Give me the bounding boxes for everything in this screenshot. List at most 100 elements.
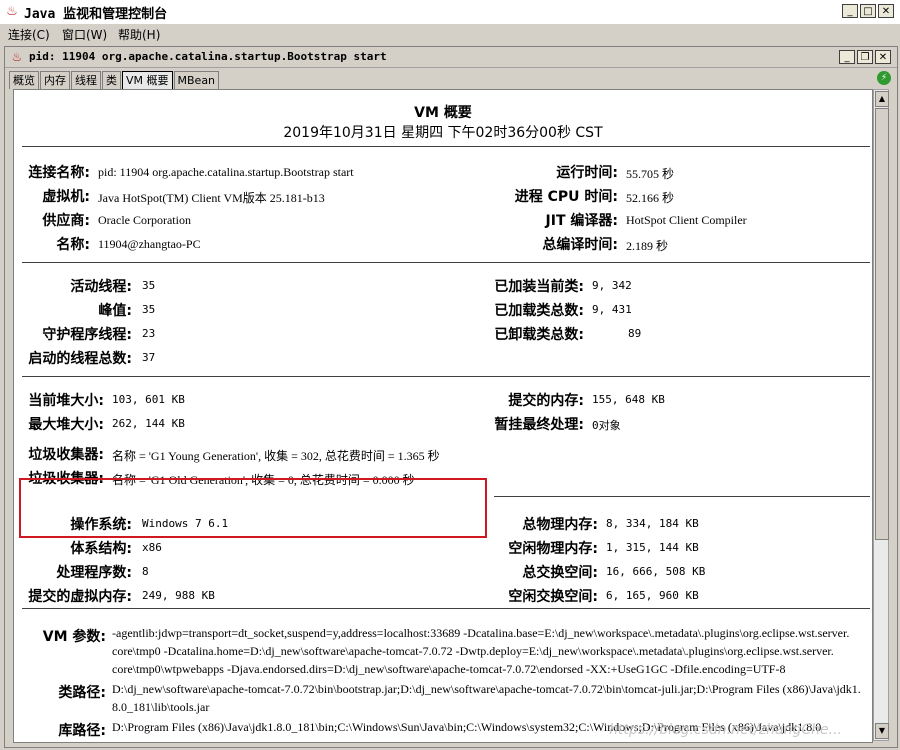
- java-cup-icon: ♨: [6, 4, 18, 19]
- memory-left-label: 当前堆大小:: [28, 393, 104, 409]
- threads-classes-left-value: 35: [142, 279, 156, 292]
- connection-info-right-label: 总编译时间:: [542, 237, 618, 253]
- os-info-right-label: 总交换空间:: [522, 565, 598, 581]
- divider: [22, 376, 870, 377]
- connection-info-left-value: Java HotSpot(TM) Client VM版本 25.181-b13: [98, 191, 325, 205]
- timestamp: 2019年10月31日 星期四 下午02时36分00秒 CST: [283, 125, 603, 141]
- connection-info-right-label: 进程 CPU 时间:: [514, 189, 618, 205]
- threads-classes-left-label: 活动线程:: [70, 279, 132, 295]
- connection-info-left-label: 连接名称:: [28, 165, 90, 181]
- classpath-value: D:\dj_new\software\apache-tomcat-7.0.72\…: [112, 680, 861, 716]
- threads-classes-left-value: 37: [142, 351, 156, 364]
- divider: [494, 496, 870, 497]
- connection-info-right-value: HotSpot Client Compiler: [626, 213, 747, 227]
- internal-frame-titlebar: ♨ pid: 11904 org.apache.catalina.startup…: [5, 47, 897, 68]
- os-info-left-label: 体系结构:: [70, 541, 132, 557]
- memory-right-label: 提交的内存:: [508, 393, 584, 409]
- vm-args-label: VM 参数:: [42, 629, 106, 645]
- window-title: Java 监视和管理控制台: [24, 7, 168, 22]
- tab-memory[interactable]: 内存: [40, 71, 70, 89]
- internal-frame-title: pid: 11904 org.apache.catalina.startup.B…: [29, 50, 387, 63]
- tab-overview[interactable]: 概览: [9, 71, 39, 89]
- restore-button[interactable]: ❐: [857, 50, 873, 64]
- menu-connection[interactable]: 连接(C): [8, 26, 50, 43]
- threads-classes-right-label: 已加载类总数:: [494, 303, 584, 319]
- tab-strip: 概览 内存 线程 类 VM 概要 MBean: [9, 71, 220, 90]
- tab-vm-summary[interactable]: VM 概要: [122, 71, 173, 90]
- minimize-button[interactable]: _: [842, 4, 858, 18]
- divider: [22, 262, 870, 263]
- os-info-left-label: 提交的虚拟内存:: [28, 589, 132, 605]
- close-button[interactable]: ✕: [875, 50, 891, 64]
- os-info-left-value: 249, 988 KB: [142, 589, 215, 602]
- vertical-scrollbar[interactable]: ▲ ▼: [873, 89, 889, 741]
- connection-info-right-value: 55.705 秒: [626, 167, 675, 181]
- scroll-up-icon[interactable]: ▲: [875, 91, 889, 107]
- classpath-line: 8.0_181\lib\tools.jar: [112, 700, 210, 714]
- threads-classes-left-value: 35: [142, 303, 156, 316]
- threads-classes-right-value: 9, 342: [592, 279, 632, 292]
- os-info-right-value: 8, 334, 184 KB: [606, 517, 699, 530]
- minimize-button[interactable]: _: [839, 50, 855, 64]
- connection-info-left-value: pid: 11904 org.apache.catalina.startup.B…: [98, 165, 354, 179]
- threads-classes-left-label: 峰值:: [98, 303, 132, 319]
- internal-frame: ♨ pid: 11904 org.apache.catalina.startup…: [4, 46, 898, 748]
- os-info-left-value: x86: [142, 541, 162, 554]
- memory-right-value: 0对象: [592, 419, 621, 432]
- threads-classes-right-value: 9, 431: [592, 303, 632, 316]
- vm-args-line: core\tmp0 -Dcatalina.home=D:\dj_new\soft…: [112, 644, 834, 658]
- connection-info-right-label: 运行时间:: [556, 165, 618, 181]
- memory-right-label: 暂挂最终处理:: [494, 417, 584, 433]
- connection-info-right-label: JIT 编译器:: [545, 213, 618, 229]
- menu-help[interactable]: 帮助(H): [118, 26, 160, 43]
- memory-left-value: 262, 144 KB: [112, 417, 185, 430]
- connection-info-left-value: Oracle Corporation: [98, 213, 191, 227]
- threads-classes-right-value: 89: [628, 327, 642, 340]
- vm-args-value: -agentlib:jdwp=transport=dt_socket,suspe…: [112, 624, 849, 678]
- memory-left-label: 最大堆大小:: [28, 417, 104, 433]
- threads-classes-left-label: 守护程序线程:: [42, 327, 132, 343]
- threads-classes-left-label: 启动的线程总数:: [28, 351, 132, 367]
- connection-info-left-label: 名称:: [56, 237, 90, 253]
- classpath-line: D:\dj_new\software\apache-tomcat-7.0.72\…: [112, 682, 861, 696]
- menubar: 连接(C) 窗口(W) 帮助(H): [0, 24, 900, 44]
- os-info-right-value: 6, 165, 960 KB: [606, 589, 699, 602]
- libpath-label: 库路径:: [58, 723, 106, 739]
- window-titlebar: ♨ Java 监视和管理控制台 _ □ ✕: [0, 0, 900, 25]
- divider: [22, 608, 870, 609]
- menu-window[interactable]: 窗口(W): [62, 26, 107, 43]
- memory-gc-label: 垃圾收集器:: [28, 447, 104, 463]
- connection-info-left-value: 11904@zhangtao-PC: [98, 237, 201, 251]
- os-info-left-value: Windows 7 6.1: [142, 517, 229, 530]
- vm-summary-panel: VM 概要 2019年10月31日 星期四 下午02时36分00秒 CST 连接…: [13, 89, 873, 743]
- os-info-left-label: 操作系统:: [70, 517, 132, 533]
- threads-classes-right-label: 已加装当前类:: [494, 279, 584, 295]
- divider: [22, 146, 870, 147]
- tab-mbean[interactable]: MBean: [173, 71, 220, 89]
- tab-classes[interactable]: 类: [102, 71, 121, 89]
- memory-left-value: 103, 601 KB: [112, 393, 185, 406]
- os-info-right-label: 总物理内存:: [522, 517, 598, 533]
- java-cup-icon: ♨: [11, 50, 23, 64]
- threads-classes-left-value: 23: [142, 327, 156, 340]
- maximize-button[interactable]: □: [860, 4, 876, 18]
- os-info-left-label: 处理程序数:: [56, 565, 132, 581]
- close-button[interactable]: ✕: [878, 4, 894, 18]
- os-info-right-label: 空闲交换空间:: [508, 589, 598, 605]
- tab-threads[interactable]: 线程: [71, 71, 101, 89]
- os-info-right-value: 16, 666, 508 KB: [606, 565, 706, 578]
- watermark: https://blog.csdn.net/zhangChe...: [609, 722, 842, 738]
- vm-args-line: -agentlib:jdwp=transport=dt_socket,suspe…: [112, 626, 850, 640]
- os-info-right-value: 1, 315, 144 KB: [606, 541, 699, 554]
- connection-info-right-value: 52.166 秒: [626, 191, 675, 205]
- connection-status-icon: ⚡: [877, 71, 891, 85]
- threads-classes-right-label: 已卸载类总数:: [494, 327, 584, 343]
- scroll-thumb[interactable]: [875, 108, 889, 540]
- classpath-label: 类路径:: [58, 685, 106, 701]
- os-info-left-value: 8: [142, 565, 149, 578]
- page-title: VM 概要: [414, 105, 472, 121]
- connection-info-left-label: 供应商:: [42, 213, 90, 229]
- memory-gc-value: 名称 = 'G1 Young Generation', 收集 = 302, 总花…: [112, 449, 440, 463]
- connection-info-right-value: 2.189 秒: [626, 239, 669, 253]
- scroll-down-icon[interactable]: ▼: [875, 723, 889, 739]
